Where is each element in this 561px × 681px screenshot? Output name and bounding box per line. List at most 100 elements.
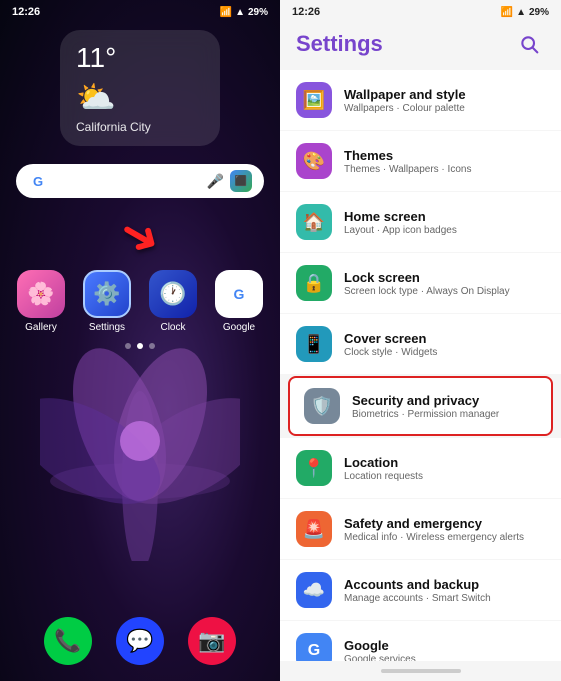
weather-widget: 11° ⛅ California City bbox=[60, 30, 220, 146]
cover-screen-icon: 📱 bbox=[296, 326, 332, 362]
lock-screen-title: Lock screen bbox=[344, 270, 545, 285]
settings-item-themes[interactable]: 🎨 Themes Themes · Wallpapers · Icons bbox=[280, 131, 561, 191]
dock-camera[interactable]: 📷 bbox=[188, 617, 236, 665]
app-item-settings[interactable]: ⚙️ Settings bbox=[82, 270, 132, 333]
cover-screen-subtitle: Clock style · Widgets bbox=[344, 347, 545, 358]
settings-item-accounts[interactable]: ☁️ Accounts and backup Manage accounts ·… bbox=[280, 560, 561, 620]
location-title: Location bbox=[344, 455, 545, 470]
accounts-title: Accounts and backup bbox=[344, 577, 545, 592]
settings-item-lock-screen[interactable]: 🔒 Lock screen Screen lock type · Always … bbox=[280, 253, 561, 313]
home-screen-subtitle: Layout · App icon badges bbox=[344, 225, 545, 236]
arrow-container: ➜ bbox=[0, 206, 280, 266]
safety-subtitle: Medical info · Wireless emergency alerts bbox=[344, 532, 545, 543]
settings-title: Settings bbox=[296, 31, 383, 57]
microphone-icon[interactable]: 🎤 bbox=[207, 173, 224, 190]
status-icons-right: 📶 ▲ 29% bbox=[501, 7, 549, 18]
security-subtitle: Biometrics · Permission manager bbox=[352, 409, 537, 420]
lens-icon[interactable]: ⬛ bbox=[230, 170, 252, 192]
safety-title: Safety and emergency bbox=[344, 516, 545, 531]
settings-icon: ⚙️ bbox=[83, 270, 131, 318]
bottom-dock: 📞 💬 📷 bbox=[0, 605, 280, 681]
google-settings-title: Google bbox=[344, 638, 545, 653]
location-subtitle: Location requests bbox=[344, 471, 545, 482]
lock-screen-icon: 🔒 bbox=[296, 265, 332, 301]
wifi-icon: ▲ bbox=[235, 7, 245, 18]
google-search-bar[interactable]: G 🎤 ⬛ bbox=[16, 164, 264, 198]
settings-item-security[interactable]: 🛡️ Security and privacy Biometrics · Per… bbox=[288, 376, 553, 436]
app-item-clock[interactable]: 🕐 Clock bbox=[148, 270, 198, 333]
wallpaper-subtitle: Wallpapers · Colour palette bbox=[344, 103, 545, 114]
home-screen-icon: 🏠 bbox=[296, 204, 332, 240]
wallpaper-icon: 🖼️ bbox=[296, 82, 332, 118]
signal-icon-right: 📶 bbox=[501, 7, 513, 18]
gallery-icon: 🌸 bbox=[17, 270, 65, 318]
location-text: Location Location requests bbox=[344, 455, 545, 482]
left-phone-panel: 12:26 📶 ▲ 29% 11° ⛅ California City G 🎤 … bbox=[0, 0, 280, 681]
themes-text: Themes Themes · Wallpapers · Icons bbox=[344, 148, 545, 175]
themes-icon: 🎨 bbox=[296, 143, 332, 179]
accounts-subtitle: Manage accounts · Smart Switch bbox=[344, 593, 545, 604]
battery-left: 29% bbox=[248, 7, 268, 18]
dot-3 bbox=[149, 343, 155, 349]
cover-screen-title: Cover screen bbox=[344, 331, 545, 346]
google-label: Google bbox=[223, 322, 255, 333]
google-g-logo: G bbox=[28, 171, 48, 191]
settings-item-home-screen[interactable]: 🏠 Home screen Layout · App icon badges bbox=[280, 192, 561, 252]
lock-screen-text: Lock screen Screen lock type · Always On… bbox=[344, 270, 545, 297]
settings-header: Settings bbox=[280, 20, 561, 66]
app-grid: 🌸 Gallery ⚙️ Settings 🕐 Clock G Google bbox=[0, 270, 280, 333]
wallpaper-text: Wallpaper and style Wallpapers · Colour … bbox=[344, 87, 545, 114]
app-item-google[interactable]: G Google bbox=[214, 270, 264, 333]
arrow-icon: ➜ bbox=[109, 202, 172, 271]
status-icons-left: 📶 ▲ 29% bbox=[220, 7, 268, 18]
google-settings-subtitle: Google services bbox=[344, 654, 545, 662]
dock-messages[interactable]: 💬 bbox=[116, 617, 164, 665]
settings-label: Settings bbox=[89, 322, 125, 333]
accounts-text: Accounts and backup Manage accounts · Sm… bbox=[344, 577, 545, 604]
safety-text: Safety and emergency Medical info · Wire… bbox=[344, 516, 545, 543]
lock-screen-subtitle: Screen lock type · Always On Display bbox=[344, 286, 545, 297]
cover-screen-text: Cover screen Clock style · Widgets bbox=[344, 331, 545, 358]
weather-icon: ⛅ bbox=[76, 78, 204, 116]
dock-phone[interactable]: 📞 bbox=[44, 617, 92, 665]
app-item-gallery[interactable]: 🌸 Gallery bbox=[16, 270, 66, 333]
settings-item-google[interactable]: G Google Google services bbox=[280, 621, 561, 661]
home-screen-title: Home screen bbox=[344, 209, 545, 224]
settings-item-location[interactable]: 📍 Location Location requests bbox=[280, 438, 561, 498]
dot-2 bbox=[137, 343, 143, 349]
settings-item-cover-screen[interactable]: 📱 Cover screen Clock style · Widgets bbox=[280, 314, 561, 374]
settings-item-safety[interactable]: 🚨 Safety and emergency Medical info · Wi… bbox=[280, 499, 561, 559]
security-icon: 🛡️ bbox=[304, 388, 340, 424]
themes-title: Themes bbox=[344, 148, 545, 163]
home-screen-text: Home screen Layout · App icon badges bbox=[344, 209, 545, 236]
time-right: 12:26 bbox=[292, 6, 320, 18]
status-bar-right: 12:26 📶 ▲ 29% bbox=[280, 0, 561, 20]
bottom-nav-indicator bbox=[381, 669, 461, 673]
dot-1 bbox=[125, 343, 131, 349]
google-icon: G bbox=[215, 270, 263, 318]
search-button[interactable] bbox=[513, 28, 545, 60]
safety-icon: 🚨 bbox=[296, 511, 332, 547]
google-settings-text: Google Google services bbox=[344, 638, 545, 662]
wifi-icon-right: ▲ bbox=[516, 7, 526, 18]
weather-city: California City bbox=[76, 120, 204, 134]
right-settings-panel: 12:26 📶 ▲ 29% Settings 🖼️ Wallpaper and … bbox=[280, 0, 561, 681]
battery-right: 29% bbox=[529, 7, 549, 18]
location-icon: 📍 bbox=[296, 450, 332, 486]
settings-list: 🖼️ Wallpaper and style Wallpapers · Colo… bbox=[280, 66, 561, 661]
accounts-icon: ☁️ bbox=[296, 572, 332, 608]
clock-icon: 🕐 bbox=[149, 270, 197, 318]
signal-icon: 📶 bbox=[220, 7, 232, 18]
google-settings-icon: G bbox=[296, 633, 332, 661]
status-bar-left: 12:26 📶 ▲ 29% bbox=[0, 0, 280, 20]
clock-label: Clock bbox=[160, 322, 185, 333]
security-text: Security and privacy Biometrics · Permis… bbox=[352, 393, 537, 420]
page-dots bbox=[0, 343, 280, 349]
themes-subtitle: Themes · Wallpapers · Icons bbox=[344, 164, 545, 175]
settings-item-wallpaper[interactable]: 🖼️ Wallpaper and style Wallpapers · Colo… bbox=[280, 70, 561, 130]
time-left: 12:26 bbox=[12, 6, 40, 18]
gallery-label: Gallery bbox=[25, 322, 57, 333]
security-title: Security and privacy bbox=[352, 393, 537, 408]
weather-temp: 11° bbox=[76, 42, 204, 74]
wallpaper-title: Wallpaper and style bbox=[344, 87, 545, 102]
